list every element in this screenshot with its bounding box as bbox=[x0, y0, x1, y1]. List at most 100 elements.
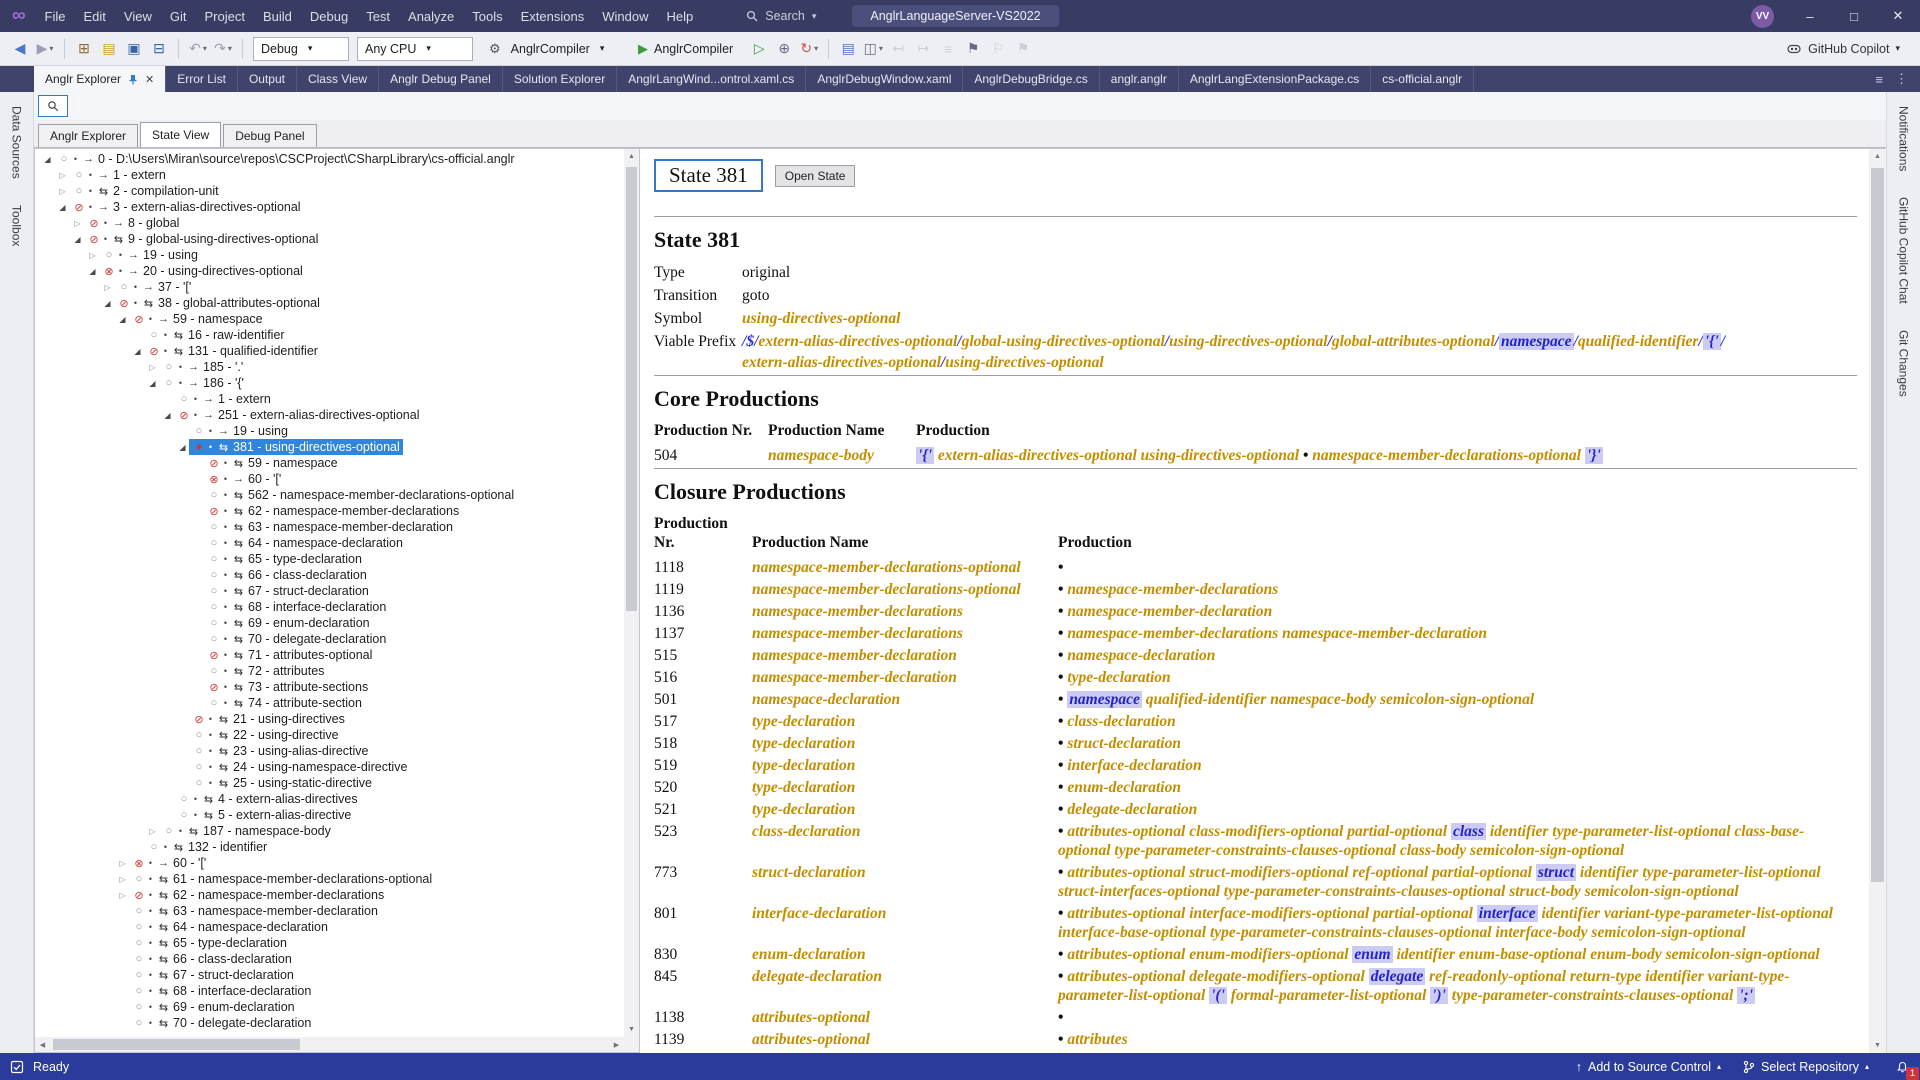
tree-expander-icon[interactable]: ◢ bbox=[71, 235, 84, 244]
split-view-icon[interactable]: ◫▾ bbox=[861, 36, 885, 62]
tab-list-icon[interactable]: ≡ bbox=[1875, 72, 1883, 87]
tree-item[interactable]: ○•⇆68 - interface-declaration bbox=[35, 983, 624, 999]
scrollbar-thumb[interactable] bbox=[53, 1039, 300, 1050]
doc-tab-anglrlangwind-ontrol-xaml-cs[interactable]: AnglrLangWind...ontrol.xaml.cs bbox=[617, 66, 806, 92]
open-state-button[interactable]: Open State bbox=[775, 165, 856, 187]
scroll-up-icon[interactable]: ▲ bbox=[624, 149, 639, 164]
tree-expander-icon[interactable]: ▷ bbox=[71, 219, 84, 228]
tree-item[interactable]: ⊘•⇆73 - attribute-sections bbox=[35, 679, 624, 695]
state-number-input[interactable]: State 381 bbox=[654, 159, 763, 192]
tree-item[interactable]: ○•⇆25 - using-static-directive bbox=[35, 775, 624, 791]
tree-item[interactable]: ○•⇆132 - identifier bbox=[35, 839, 624, 855]
close-button[interactable]: ✕ bbox=[1876, 0, 1920, 32]
detail-vertical-scrollbar[interactable]: ▲ ▼ bbox=[1869, 149, 1886, 1053]
sub-tab-anglr-explorer[interactable]: Anglr Explorer bbox=[38, 124, 138, 147]
tree-item[interactable]: ○•→19 - using bbox=[35, 423, 624, 439]
scrollbar-thumb[interactable] bbox=[1871, 168, 1884, 882]
tree-item[interactable]: ○•⇆67 - struct-declaration bbox=[35, 967, 624, 983]
tree-item[interactable]: ○•⇆66 - class-declaration bbox=[35, 567, 624, 583]
tree-expander-icon[interactable]: ◢ bbox=[116, 315, 129, 324]
tree-item[interactable]: ○•⇆65 - type-declaration bbox=[35, 551, 624, 567]
tree-item[interactable]: ▷○•→185 - '.' bbox=[35, 359, 624, 375]
tree-item[interactable]: ○•⇆562 - namespace-member-declarations-o… bbox=[35, 487, 624, 503]
tree-item[interactable]: ○•⇆69 - enum-declaration bbox=[35, 999, 624, 1015]
tree-item[interactable]: ○•⇆64 - namespace-declaration bbox=[35, 535, 624, 551]
tree-item[interactable]: ○•→1 - extern bbox=[35, 391, 624, 407]
tree-expander-icon[interactable]: ◢ bbox=[176, 443, 189, 452]
tree-item[interactable]: ⊘•⇆62 - namespace-member-declarations bbox=[35, 503, 624, 519]
doc-tab-anglrdebugwindow-xaml[interactable]: AnglrDebugWindow.xaml bbox=[806, 66, 963, 92]
tree-item[interactable]: ◢⊘•→3 - extern-alias-directives-optional bbox=[35, 199, 624, 215]
tree-item[interactable]: ○•⇆72 - attributes bbox=[35, 663, 624, 679]
side-tab-data-sources[interactable]: Data Sources bbox=[10, 106, 24, 179]
doc-tab-anglr-anglr[interactable]: anglr.anglr bbox=[1100, 66, 1179, 92]
add-to-source-control-button[interactable]: ↑ Add to Source Control ▴ bbox=[1576, 1060, 1721, 1074]
side-tab-github-copilot-chat[interactable]: GitHub Copilot Chat bbox=[1897, 197, 1911, 304]
startup-profile-dropdown[interactable]: ⚙ AnglrCompiler▾ bbox=[481, 37, 621, 61]
start-without-debugging-icon[interactable]: ▷ bbox=[747, 36, 771, 62]
tree-item[interactable]: ○•⇆74 - attribute-section bbox=[35, 695, 624, 711]
line-view-icon[interactable]: ≡ bbox=[936, 36, 960, 62]
tree-item[interactable]: ◢⊘•⇆131 - qualified-identifier bbox=[35, 343, 624, 359]
tree-item[interactable]: ⊘•⇆71 - attributes-optional bbox=[35, 647, 624, 663]
save-all-icon[interactable]: ⊟ bbox=[147, 36, 171, 62]
new-window-icon[interactable]: ▤ bbox=[836, 36, 860, 62]
notifications-button[interactable]: 1 bbox=[1895, 1059, 1910, 1074]
tree-expander-icon[interactable]: ◢ bbox=[86, 267, 99, 276]
minimize-button[interactable]: – bbox=[1788, 0, 1832, 32]
attach-to-process-icon[interactable]: ⊕ bbox=[772, 36, 796, 62]
tree-item[interactable]: ◢⊗•→20 - using-directives-optional bbox=[35, 263, 624, 279]
tree-expander-icon[interactable]: ▷ bbox=[56, 187, 69, 196]
scroll-up-icon[interactable]: ▲ bbox=[1869, 149, 1886, 164]
tree-item[interactable]: ○•⇆64 - namespace-declaration bbox=[35, 919, 624, 935]
menu-edit[interactable]: Edit bbox=[75, 0, 115, 32]
avatar[interactable]: VV bbox=[1751, 5, 1774, 28]
tree-expander-icon[interactable]: ◢ bbox=[131, 347, 144, 356]
title-search[interactable]: Search ▾ bbox=[736, 6, 826, 26]
tree-item[interactable]: ○•⇆23 - using-alias-directive bbox=[35, 743, 624, 759]
menu-git[interactable]: Git bbox=[161, 0, 196, 32]
previous-bookmark-icon[interactable]: ⚐ bbox=[986, 36, 1010, 62]
tree-item[interactable]: ○•⇆63 - namespace-member-declaration bbox=[35, 903, 624, 919]
redo-icon[interactable]: ↷▾ bbox=[211, 36, 235, 62]
menu-project[interactable]: Project bbox=[195, 0, 253, 32]
tree-item[interactable]: ○•⇆70 - delegate-declaration bbox=[35, 631, 624, 647]
save-icon[interactable]: ▣ bbox=[122, 36, 146, 62]
tree-item[interactable]: ○•⇆4 - extern-alias-directives bbox=[35, 791, 624, 807]
tree-item[interactable]: ○•⇆67 - struct-declaration bbox=[35, 583, 624, 599]
tree-expander-icon[interactable]: ▷ bbox=[116, 891, 129, 900]
menu-extensions[interactable]: Extensions bbox=[512, 0, 594, 32]
menu-window[interactable]: Window bbox=[593, 0, 657, 32]
new-project-icon[interactable]: ⊞ bbox=[72, 36, 96, 62]
bookmark-icon[interactable]: ⚑ bbox=[961, 36, 985, 62]
doc-tab-error-list[interactable]: Error List bbox=[166, 66, 238, 92]
menu-test[interactable]: Test bbox=[357, 0, 399, 32]
tree-vertical-scrollbar[interactable]: ▲ ▼ bbox=[624, 149, 639, 1037]
scroll-right-icon[interactable]: ▶ bbox=[609, 1037, 624, 1052]
tree-expander-icon[interactable]: ▷ bbox=[56, 171, 69, 180]
doc-tab-cs-official-anglr[interactable]: cs-official.anglr bbox=[1371, 66, 1474, 92]
tree-item[interactable]: ◢⊘•⇆38 - global-attributes-optional bbox=[35, 295, 624, 311]
scroll-left-icon[interactable]: ◀ bbox=[35, 1037, 50, 1052]
tree-item[interactable]: ○•⇆66 - class-declaration bbox=[35, 951, 624, 967]
tree-item[interactable]: ▷⊗•→60 - '[' bbox=[35, 855, 624, 871]
tree-item[interactable]: ○•⇆69 - enum-declaration bbox=[35, 615, 624, 631]
tree-item[interactable]: ⊘•⇆21 - using-directives bbox=[35, 711, 624, 727]
tree-item[interactable]: ▷○•→1 - extern bbox=[35, 167, 624, 183]
tree-expander-icon[interactable]: ▷ bbox=[101, 283, 114, 292]
tree-item[interactable]: ▷○•⇆2 - compilation-unit bbox=[35, 183, 624, 199]
hot-reload-icon[interactable]: ↻▾ bbox=[797, 36, 821, 62]
side-tab-git-changes[interactable]: Git Changes bbox=[1897, 330, 1911, 397]
menu-analyze[interactable]: Analyze bbox=[399, 0, 463, 32]
tree-item[interactable]: ○•⇆63 - namespace-member-declaration bbox=[35, 519, 624, 535]
doc-tab-solution-explorer[interactable]: Solution Explorer bbox=[503, 66, 617, 92]
tree-item[interactable]: ◢○•→186 - '{' bbox=[35, 375, 624, 391]
doc-tab-class-view[interactable]: Class View bbox=[297, 66, 379, 92]
tree-item[interactable]: ▷○•→37 - '[' bbox=[35, 279, 624, 295]
tree-item[interactable]: ◢●•⇆381 - using-directives-optional bbox=[35, 439, 624, 455]
tree-horizontal-scrollbar[interactable]: ◀ ▶ bbox=[35, 1037, 624, 1052]
nav-back-icon[interactable]: ◀ bbox=[8, 36, 32, 62]
doc-tab-output[interactable]: Output bbox=[238, 66, 297, 92]
tree-item[interactable]: ○•⇆65 - type-declaration bbox=[35, 935, 624, 951]
tree-expander-icon[interactable]: ◢ bbox=[56, 203, 69, 212]
